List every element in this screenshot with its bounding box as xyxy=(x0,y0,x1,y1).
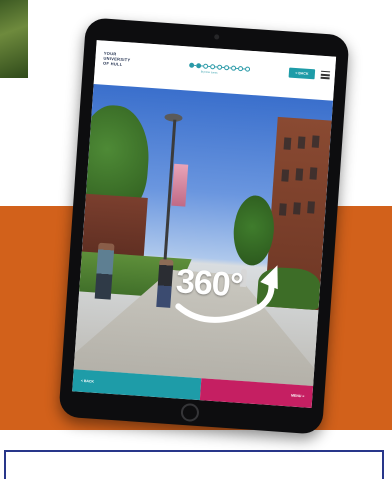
tablet-device: YOUR UNIVERSITY OF HULL Brynmor Jones < … xyxy=(58,17,350,435)
camera-icon xyxy=(214,34,220,40)
panorama-view[interactable]: 360° xyxy=(73,83,334,387)
header-back-button[interactable]: < BACK xyxy=(288,67,316,80)
360-label: 360° xyxy=(174,262,244,305)
footer-back-button[interactable]: < BACK xyxy=(80,370,95,393)
tablet-screen: YOUR UNIVERSITY OF HULL Brynmor Jones < … xyxy=(72,40,337,408)
university-logo: YOUR UNIVERSITY OF HULL xyxy=(103,51,131,68)
stepper-caption: Brynmor Jones xyxy=(200,70,218,75)
bottom-outlined-box xyxy=(4,450,384,479)
stepper-dot[interactable] xyxy=(244,66,251,72)
hamburger-icon[interactable] xyxy=(320,70,331,80)
home-button xyxy=(180,402,200,423)
footer-menu-button[interactable]: MENU ≡ xyxy=(290,385,305,408)
page: YOUR UNIVERSITY OF HULL Brynmor Jones < … xyxy=(0,0,392,479)
background-photo-thumbnail xyxy=(0,0,28,78)
360-badge[interactable]: 360° xyxy=(168,254,283,341)
street-banner xyxy=(171,163,189,207)
tour-stepper: Brynmor Jones xyxy=(189,62,251,75)
